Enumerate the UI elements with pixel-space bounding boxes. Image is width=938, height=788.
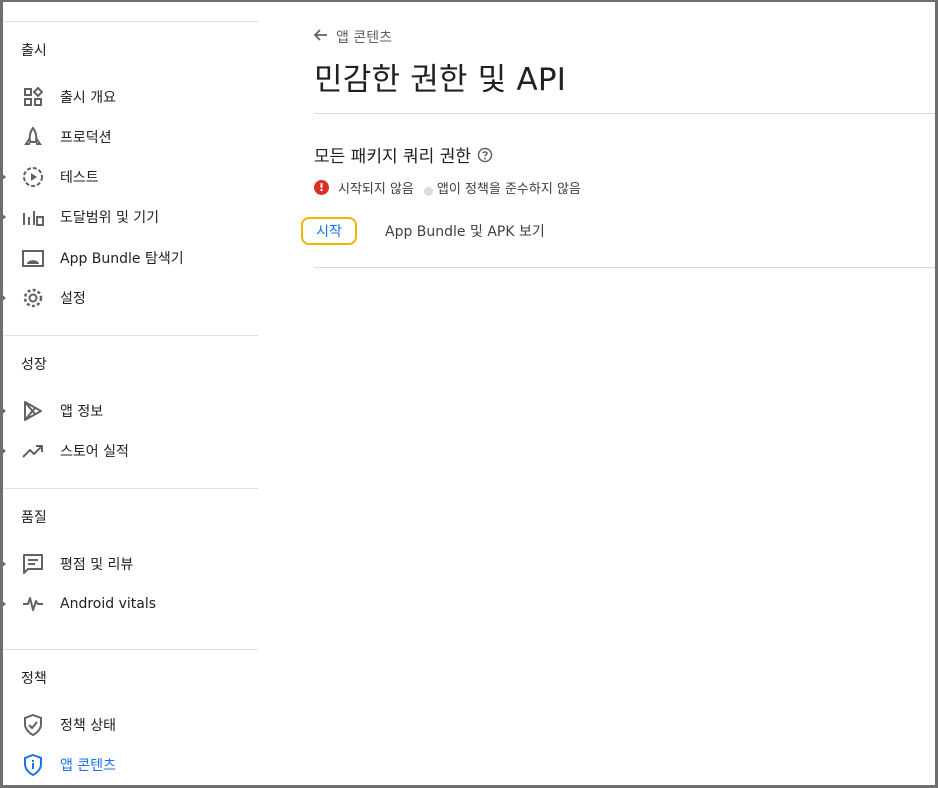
sidebar-divider: [3, 335, 258, 336]
gear-icon: [21, 286, 45, 310]
start-button[interactable]: 시작: [301, 217, 357, 245]
main-content: 앱 콘텐츠 민감한 권한 및 API 모든 패키지 쿼리 권한 ! 시작되지 않…: [258, 2, 935, 785]
sidebar-item-android-vitals[interactable]: Android vitals: [3, 584, 258, 624]
sidebar-item-label: 스토어 실적: [60, 444, 129, 460]
section-title-quality: 품질: [21, 510, 47, 526]
sidebar-item-label: 출시 개요: [60, 90, 116, 106]
sidebar-item-label: 테스트: [60, 170, 99, 186]
sidebar-item-ratings-reviews[interactable]: 평점 및 리뷰: [3, 544, 258, 584]
sidebar-item-policy-status[interactable]: 정책 상태: [3, 705, 258, 745]
trending-up-icon: [21, 439, 45, 463]
expand-arrow-icon: [3, 560, 6, 568]
expand-arrow-icon: [3, 407, 6, 415]
help-icon[interactable]: [477, 147, 493, 163]
sidebar-divider: [3, 21, 258, 22]
back-link[interactable]: 앱 콘텐츠: [313, 27, 392, 47]
sidebar-item-label: App Bundle 탐색기: [60, 251, 184, 267]
sidebar-item-label: 평점 및 리뷰: [60, 557, 134, 573]
error-icon: !: [314, 180, 329, 195]
sidebar-item-label: 앱 콘텐츠: [60, 758, 116, 774]
expand-arrow-icon: [3, 600, 6, 608]
android-icon: [21, 246, 45, 270]
section-title-policy: 정책: [21, 671, 47, 687]
sidebar-item-release-overview[interactable]: 출시 개요: [3, 77, 258, 117]
sidebar-item-label: Android vitals: [60, 596, 157, 612]
vitals-icon: [21, 592, 45, 616]
status-policy: 앱이 정책을 준수하지 않음: [436, 182, 581, 197]
card-actions: 시작 App Bundle 및 APK 보기: [301, 217, 545, 245]
divider: [314, 267, 935, 268]
sidebar-item-app-bundle-explorer[interactable]: App Bundle 탐색기: [3, 238, 258, 278]
divider: [314, 113, 935, 114]
sidebar-item-label: 앱 정보: [60, 404, 104, 420]
sidebar-item-store-performance[interactable]: 스토어 실적: [3, 431, 258, 471]
shield-check-icon: [21, 713, 45, 737]
sidebar-item-app-content[interactable]: 앱 콘텐츠: [3, 745, 258, 785]
play-store-icon: [21, 399, 45, 423]
card-title-text: 모든 패키지 쿼리 권한: [314, 147, 471, 167]
sidebar-divider: [3, 649, 258, 650]
expand-arrow-icon: [3, 213, 6, 221]
arrow-left-icon: [313, 29, 328, 45]
status-row: ! 시작되지 않음 앱이 정책을 준수하지 않음: [314, 178, 581, 197]
shield-info-icon: [21, 753, 45, 777]
card-title: 모든 패키지 쿼리 권한: [314, 142, 493, 167]
window-frame: 출시 출시 개요 프로덕션 테스트 도달범위 및 기기 App Bundle 탐…: [0, 0, 938, 788]
back-link-label: 앱 콘텐츠: [336, 30, 392, 46]
expand-arrow-icon: [3, 294, 6, 302]
expand-arrow-icon: [3, 447, 6, 455]
bar-chart-icon: [21, 205, 45, 229]
expand-arrow-icon: [3, 173, 6, 181]
sidebar-item-label: 정책 상태: [60, 718, 116, 734]
section-title-release: 출시: [21, 43, 47, 59]
sidebar-item-label: 도달범위 및 기기: [60, 210, 160, 226]
play-circle-icon: [21, 165, 45, 189]
sidebar-item-app-info[interactable]: 앱 정보: [3, 391, 258, 431]
sidebar-item-reach-devices[interactable]: 도달범위 및 기기: [3, 197, 258, 237]
review-icon: [21, 552, 45, 576]
section-title-grow: 성장: [21, 357, 47, 373]
sidebar: 출시 출시 개요 프로덕션 테스트 도달범위 및 기기 App Bundle 탐…: [3, 2, 258, 785]
view-app-bundle-link[interactable]: App Bundle 및 APK 보기: [385, 221, 545, 241]
sidebar-item-label: 프로덕션: [60, 130, 112, 146]
dashboard-icon: [21, 85, 45, 109]
page-title: 민감한 권한 및 API: [314, 62, 567, 98]
sidebar-divider: [3, 488, 258, 489]
sidebar-item-production[interactable]: 프로덕션: [3, 117, 258, 157]
sidebar-item-settings[interactable]: 설정: [3, 278, 258, 318]
sidebar-item-testing[interactable]: 테스트: [3, 157, 258, 197]
rocket-icon: [21, 125, 45, 149]
status-dot-icon: [423, 187, 433, 196]
status-not-started: 시작되지 않음: [338, 182, 414, 197]
sidebar-item-label: 설정: [60, 291, 86, 307]
